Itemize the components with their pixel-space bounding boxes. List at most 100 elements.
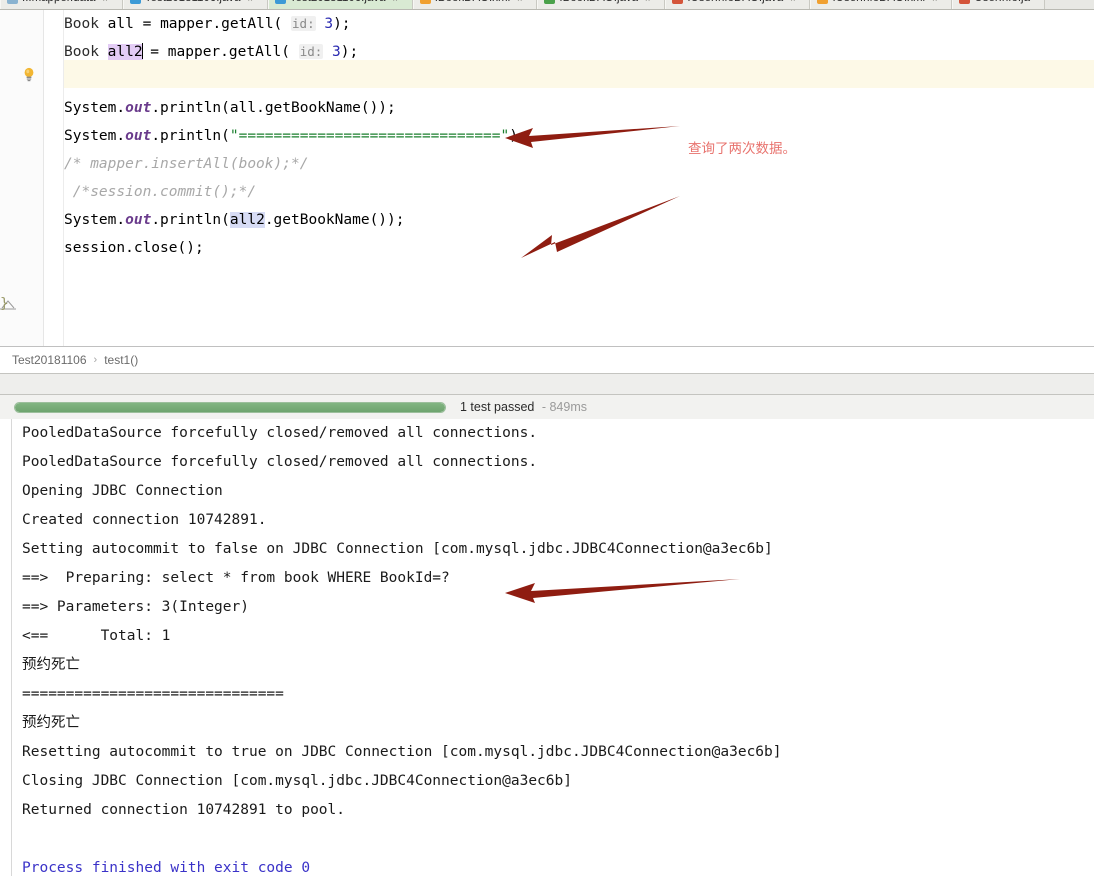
- test-duration: - 849ms: [538, 400, 587, 414]
- tab-ibookdao-java[interactable]: I IBookDAO.java ×: [537, 0, 666, 9]
- java-class-icon: C: [129, 0, 141, 4]
- tab-test20181106-java-2[interactable]: C Test20181106.java ×: [267, 0, 413, 9]
- breadcrumb-root[interactable]: Test20181106: [12, 353, 87, 367]
- test-progress-fill: [15, 402, 445, 412]
- code-token-string: "==============================": [229, 128, 510, 144]
- code-token-number: 3: [324, 16, 334, 32]
- console-line: Setting autocommit to false on JDBC Conn…: [22, 541, 773, 557]
- test-duration-value: 849ms: [549, 400, 587, 414]
- tab-mapper-data[interactable]: ...mapper.data ×: [0, 0, 123, 9]
- code-token-var: all: [107, 16, 134, 32]
- tab-label: IUserInfoDAO.java: [687, 0, 783, 9]
- xml-file-icon: <>: [419, 0, 431, 4]
- close-icon[interactable]: ×: [645, 0, 650, 4]
- tab-userinfo-java[interactable]: I UserInfo.ja: [952, 0, 1045, 9]
- code-token-system: System.: [64, 212, 126, 228]
- code-line-9: session.close();: [64, 234, 1064, 262]
- code-token-tail: );: [509, 128, 527, 144]
- console-output[interactable]: PooledDataSource forcefully closed/remov…: [0, 419, 1094, 876]
- console-line: Created connection 10742891.: [22, 512, 267, 528]
- code-token-field: out: [125, 128, 152, 144]
- code-token-println: .println(: [151, 212, 230, 228]
- console-line: Closing JDBC Connection [com.mysql.jdbc.…: [22, 773, 572, 789]
- console-line-list: PooledDataSource forcefully closed/remov…: [22, 419, 1092, 876]
- code-token-call: mapper.getAll(: [160, 16, 283, 32]
- breadcrumb-leaf[interactable]: test1(): [104, 353, 138, 367]
- ide-window: ...mapper.data × C Test20181106.java × C…: [0, 0, 1094, 876]
- parameter-hint: id:: [298, 44, 324, 59]
- code-token-type: Book: [64, 16, 99, 32]
- code-token-println: .println(: [151, 100, 230, 116]
- code-token-var-selected: all2: [107, 44, 143, 60]
- code-line-6-comment: /* mapper.insertAll(book);*/: [64, 150, 1064, 178]
- console-line: PooledDataSource forcefully closed/remov…: [22, 425, 538, 441]
- console-gutter: [0, 419, 12, 876]
- tab-label: Test20181106.java: [145, 0, 241, 9]
- code-token-tail: .getBookName());: [264, 212, 405, 228]
- code-closing-brace: }: [0, 296, 9, 312]
- code-token-number: 3: [332, 44, 341, 60]
- tab-ibookdao-xml[interactable]: <> IBookDAO.xml ×: [412, 0, 538, 9]
- xml-file-icon: <>: [817, 0, 829, 4]
- tab-label: IUserInfoDAO.xml: [832, 0, 925, 9]
- code-line-2: Book all2 = mapper.getAll( id: 3);: [64, 38, 1064, 66]
- tab-test20181106-java-1[interactable]: C Test20181106.java ×: [122, 0, 268, 9]
- close-icon[interactable]: ×: [248, 0, 253, 4]
- test-progress-bar: [14, 401, 446, 413]
- code-line-4: System.out.println(all.getBookName());: [64, 94, 1064, 122]
- code-line-11: }: [0, 290, 1064, 318]
- console-line: PooledDataSource forcefully closed/remov…: [22, 454, 538, 470]
- console-line: <== Total: 1: [22, 628, 171, 644]
- breadcrumb[interactable]: Test20181106 › test1(): [0, 347, 1094, 373]
- code-line-7-comment: /*session.commit();*/: [64, 178, 1064, 206]
- tab-label: Test20181106.java: [290, 0, 386, 9]
- close-icon[interactable]: ×: [392, 0, 397, 4]
- close-icon[interactable]: ×: [790, 0, 795, 4]
- editor-tab-bar: ...mapper.data × C Test20181106.java × C…: [0, 0, 1094, 10]
- console-line: ==============================: [22, 686, 284, 702]
- intention-bulb-icon[interactable]: [22, 67, 36, 82]
- code-token-assign: =: [133, 16, 161, 32]
- test-passed-label: 1 test passed: [460, 400, 535, 414]
- data-file-icon: [7, 0, 18, 4]
- code-line-8: System.out.println(all2.getBookName());: [64, 206, 1064, 234]
- code-token-call: mapper.getAll(: [167, 44, 290, 60]
- code-editor[interactable]: Book all = mapper.getAll( id: 3); Book a…: [0, 10, 1094, 346]
- code-token-println: .println(: [151, 128, 230, 144]
- console-line: 预约死亡: [22, 715, 80, 731]
- code-line-1: Book all = mapper.getAll( id: 3);: [64, 10, 1064, 38]
- tab-iuserinfodao-java[interactable]: I IUserInfoDAO.java ×: [665, 0, 811, 9]
- test-result-bar: 1 test passed - 849ms: [0, 395, 1094, 419]
- close-icon[interactable]: ×: [517, 0, 522, 4]
- java-class-icon: C: [274, 0, 286, 4]
- code-token-end: );: [333, 16, 351, 32]
- chevron-right-icon: ›: [93, 354, 98, 366]
- tab-label: ...mapper.data: [22, 0, 96, 9]
- parameter-hint: id:: [291, 16, 316, 31]
- annotation-text-top: 查询了两次数据。: [688, 141, 796, 157]
- code-token-system: System.: [64, 128, 126, 144]
- code-line-5: System.out.println("====================…: [64, 122, 1064, 150]
- code-token-type: Book: [64, 44, 99, 60]
- code-comment: /*session.commit();*/: [72, 184, 257, 200]
- code-comment: /* mapper.insertAll(book);*/: [64, 156, 309, 172]
- code-line-10-blank: [64, 262, 1064, 290]
- code-lines[interactable]: Book all = mapper.getAll( id: 3); Book a…: [0, 10, 1064, 318]
- console-line-exit-code: Process finished with exit code 0: [22, 860, 311, 876]
- tab-label: IBookDAO.xml: [435, 0, 510, 9]
- code-token-system: System.: [64, 100, 126, 116]
- test-dash: -: [538, 400, 550, 414]
- close-icon[interactable]: ×: [932, 0, 937, 4]
- close-icon[interactable]: ×: [103, 0, 108, 4]
- editor-fold-gutter[interactable]: [44, 10, 64, 346]
- code-token-session-close: session.close();: [64, 240, 204, 256]
- code-token-field: out: [125, 212, 152, 228]
- test-status-text: 1 test passed - 849ms: [460, 400, 587, 414]
- java-abstract-icon: I: [672, 0, 684, 4]
- tab-iuserinfodao-xml[interactable]: <> IUserInfoDAO.xml ×: [810, 0, 953, 9]
- console-line: Returned connection 10742891 to pool.: [22, 802, 346, 818]
- tab-label: IBookDAO.java: [559, 0, 638, 9]
- code-token-arg-highlighted: all2: [229, 212, 265, 228]
- console-line: Opening JDBC Connection: [22, 483, 223, 499]
